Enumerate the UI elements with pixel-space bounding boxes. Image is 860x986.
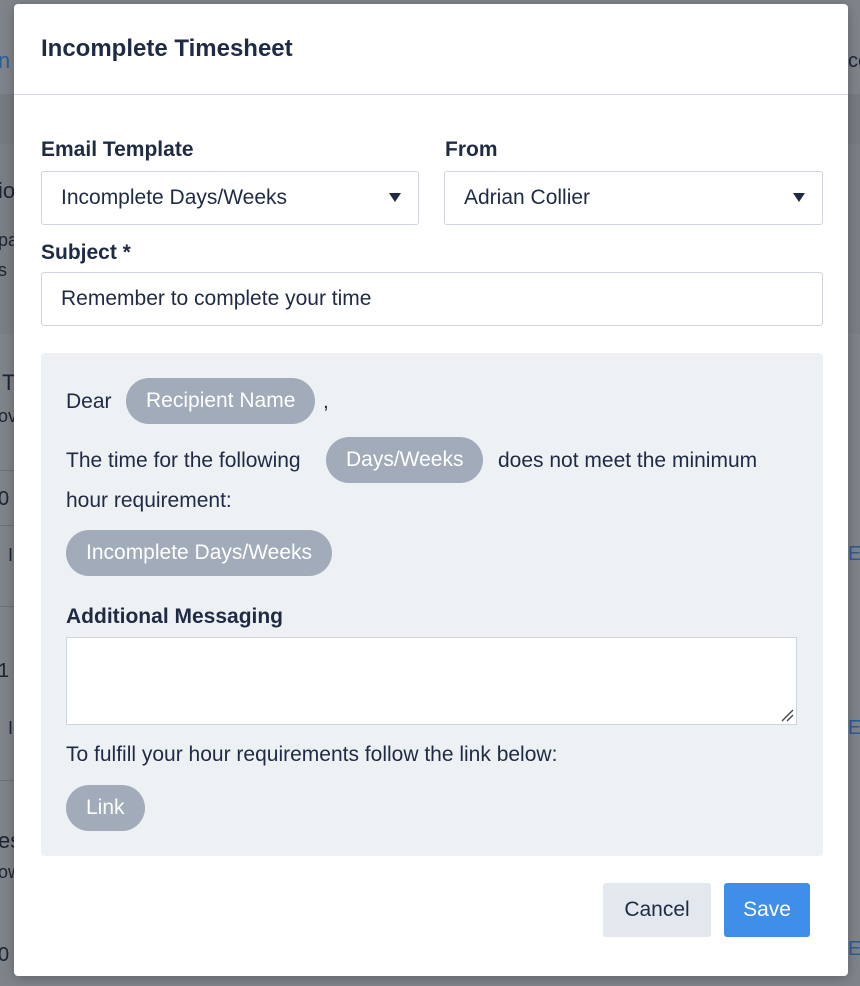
caret-down-icon (389, 193, 401, 202)
background-text: s (0, 260, 7, 280)
background-text: I (8, 718, 14, 738)
from-select[interactable]: Adrian Collier (444, 171, 823, 225)
subject-label: Subject * (41, 241, 131, 264)
email-preview: Dear Recipient Name , The time for the f… (41, 353, 823, 856)
caret-down-icon (793, 193, 805, 202)
greeting-text: Dear (66, 390, 112, 413)
preview-line1-suffix: does not meet the minimum (498, 449, 758, 472)
cancel-button-label: Cancel (624, 898, 690, 921)
link-tag[interactable]: Link (66, 785, 145, 831)
background-text: I (8, 545, 14, 565)
greeting-comma: , (323, 390, 329, 413)
subject-input[interactable]: Remember to complete your time (41, 272, 823, 326)
background-text: n (0, 48, 11, 73)
additional-messaging-label: Additional Messaging (66, 605, 284, 628)
cancel-button[interactable]: Cancel (603, 883, 711, 937)
email-template-select[interactable]: Incomplete Days/Weeks (41, 171, 419, 225)
from-label: From (445, 138, 498, 161)
preview-line2: hour requirement: (66, 489, 232, 512)
background-text: 0 (0, 488, 10, 510)
background-text: Ed (848, 543, 860, 565)
save-button[interactable]: Save (724, 883, 810, 937)
link-instruction-text: To fulfill your hour requirements follow… (66, 743, 558, 766)
background-text: 1 (0, 660, 10, 682)
incomplete-timesheet-modal: Incomplete Timesheet Email Template Inco… (14, 4, 848, 976)
background-text: ce (848, 50, 860, 72)
modal-title: Incomplete Timesheet (41, 35, 293, 62)
email-template-label: Email Template (41, 138, 194, 161)
incomplete-days-weeks-tag[interactable]: Incomplete Days/Weeks (66, 530, 333, 576)
additional-messaging-textarea[interactable] (66, 637, 797, 725)
subject-value: Remember to complete your time (61, 287, 372, 310)
background-text: Ed (848, 938, 860, 960)
modal-header: Incomplete Timesheet (14, 4, 848, 95)
background-text: Ed (848, 717, 860, 739)
background-text: 0 (0, 944, 10, 966)
save-button-label: Save (743, 898, 791, 921)
preview-line1-prefix: The time for the following (66, 449, 301, 472)
background-text: io (0, 178, 16, 203)
days-weeks-tag[interactable]: Days/Weeks (326, 437, 484, 483)
recipient-name-tag[interactable]: Recipient Name (126, 378, 316, 424)
email-template-value: Incomplete Days/Weeks (61, 186, 288, 209)
resize-grip-icon[interactable] (780, 708, 794, 722)
from-value: Adrian Collier (464, 186, 591, 209)
